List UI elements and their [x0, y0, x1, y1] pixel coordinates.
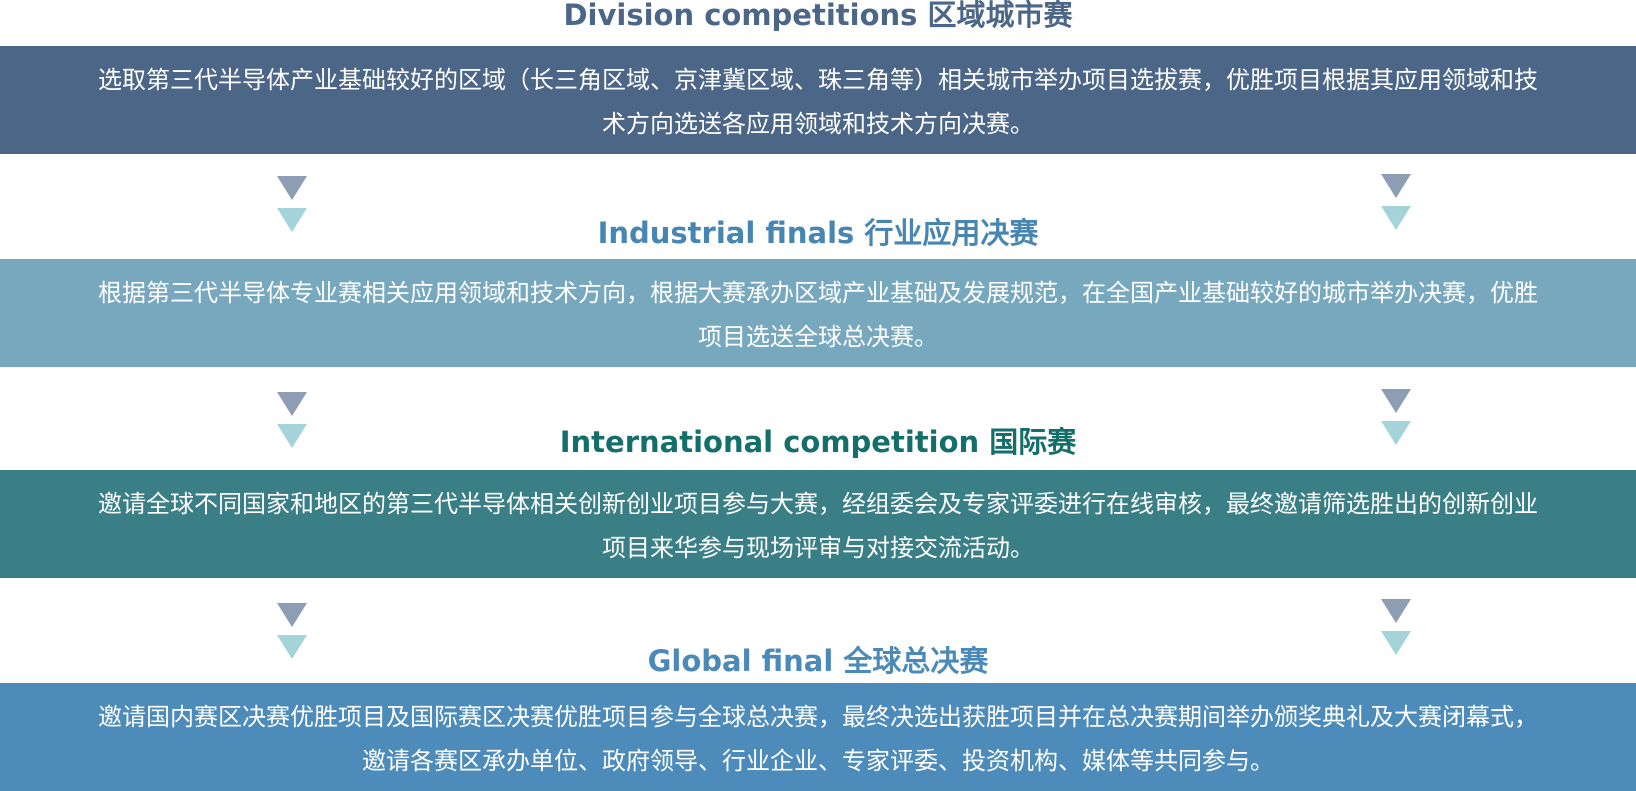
global-final-title: Global final 全球总决赛 — [647, 644, 989, 678]
down-triangle-icon — [277, 176, 307, 200]
division-competitions-title: Division competitions 区域城市赛 — [563, 0, 1073, 32]
international-competition-description: 邀请全球不同国家和地区的第三代半导体相关创新创业项目参与大赛，经组委会及专家评委… — [0, 470, 1636, 578]
industrial-finals-title: Industrial finals 行业应用决赛 — [597, 216, 1039, 250]
division-competitions-description: 选取第三代半导体产业基础较好的区域（长三角区域、京津冀区域、珠三角等）相关城市举… — [0, 46, 1636, 154]
industrial-finals-description: 根据第三代半导体专业赛相关应用领域和技术方向，根据大赛承办区域产业基础及发展规范… — [0, 259, 1636, 367]
down-triangle-icon — [277, 392, 307, 416]
global-final-description: 邀请国内赛区决赛优胜项目及国际赛区决赛优胜项目参与全球总决赛，最终决选出获胜项目… — [0, 683, 1636, 791]
down-triangle-icon — [1381, 174, 1411, 198]
international-competition-title: International competition 国际赛 — [559, 425, 1077, 459]
down-triangle-icon — [1381, 599, 1411, 623]
down-triangle-icon — [1381, 389, 1411, 413]
down-triangle-icon — [277, 603, 307, 627]
